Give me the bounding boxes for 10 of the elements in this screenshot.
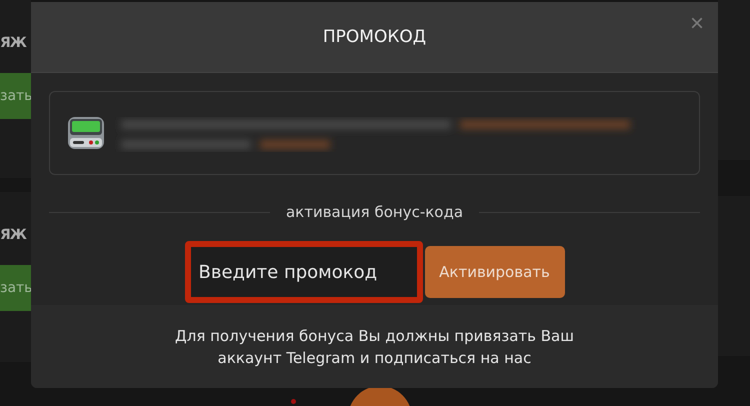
footer-note: Для получения бонуса Вы должны привязать Ваш аккаунт Telegram и подписаться на нас: [175, 326, 574, 368]
section-label: активация бонус-кода: [286, 203, 464, 221]
pager-icon: [67, 115, 105, 151]
section-heading: ЯЖ: [0, 35, 28, 51]
close-button[interactable]: ×: [690, 10, 704, 38]
promo-code-field[interactable]: Введите промокод: [184, 241, 422, 303]
activate-button[interactable]: Активировать: [424, 246, 564, 298]
section-heading: ЯЖ: [0, 227, 28, 243]
notification-dot: [291, 399, 296, 404]
dialog-title: ПРОМОКОД: [322, 27, 426, 47]
